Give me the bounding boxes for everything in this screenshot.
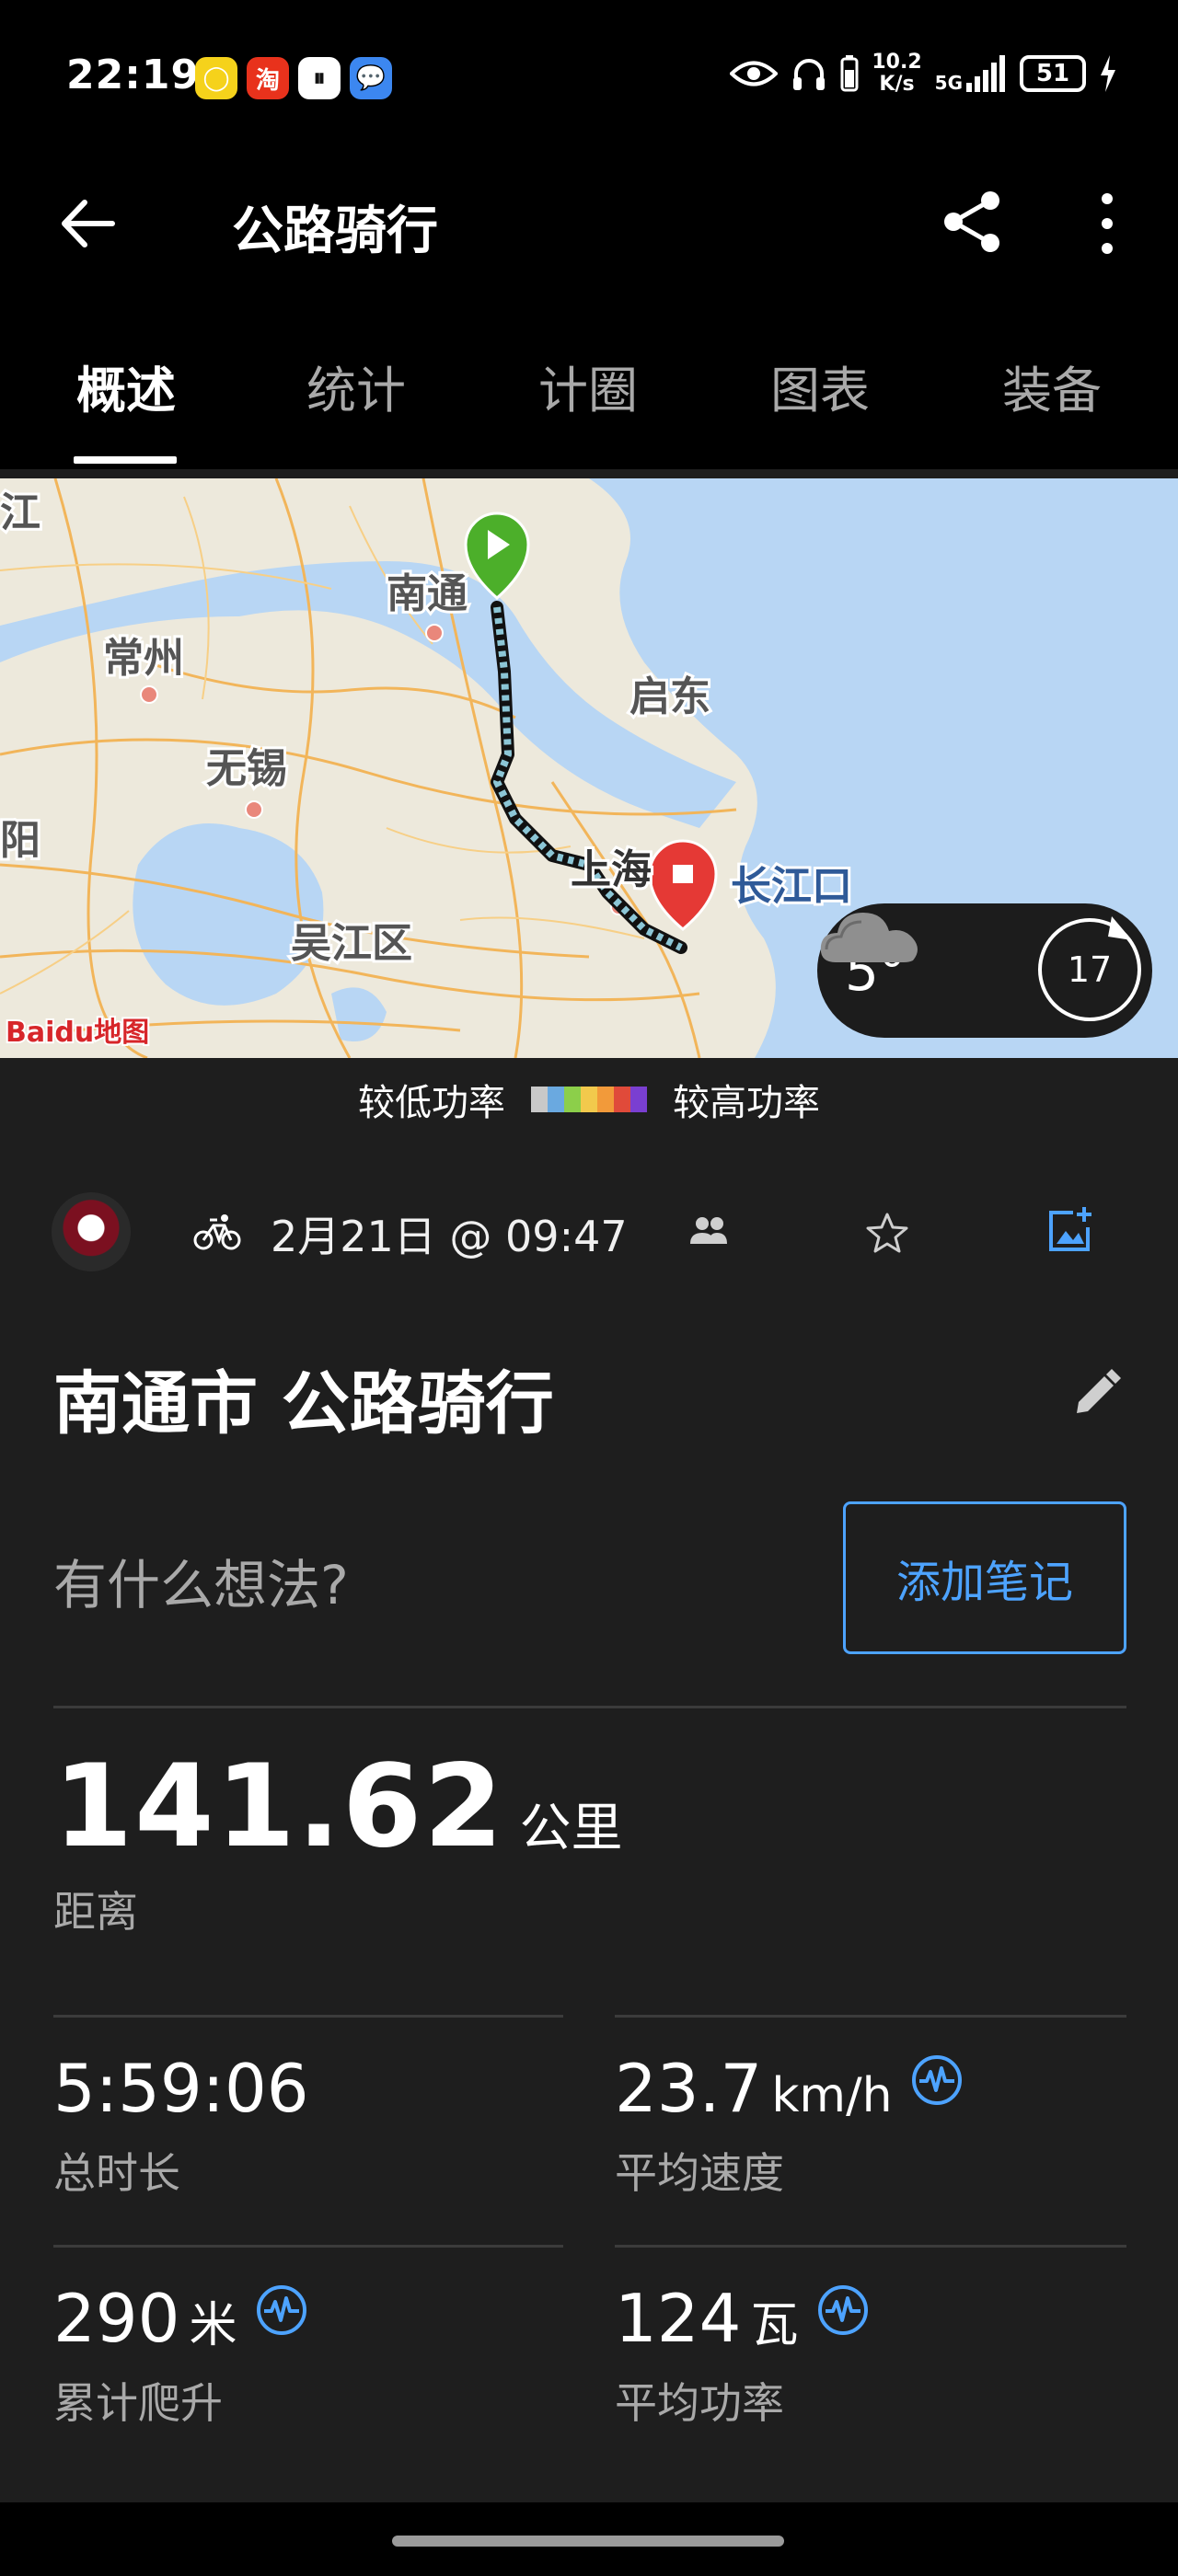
distance-unit: 公里 [519, 1799, 623, 1858]
map-label-wuxi: 无锡 [206, 745, 287, 792]
divider [53, 1706, 1126, 1708]
signal-indicator: 5G [935, 55, 1007, 92]
map-label-qidong: 启东 [629, 673, 710, 720]
divider [53, 2015, 563, 2018]
divider [53, 2245, 563, 2248]
avg-power-label: 平均功率 [615, 2378, 784, 2428]
distance-label: 距离 [53, 1887, 138, 1937]
map-label-wujiang: 吴江区 [291, 920, 412, 967]
performance-pulse-icon[interactable] [255, 2283, 308, 2337]
active-tab-indicator [74, 456, 177, 464]
system-nav-bar [0, 2502, 1178, 2576]
back-arrow-icon[interactable] [57, 193, 118, 254]
legend-low-label: 较低功率 [358, 1082, 505, 1124]
map-label-yang: 阳 [0, 817, 40, 864]
legend-color-bar [531, 1087, 647, 1112]
map-label-jiang: 江 [0, 489, 40, 536]
elevation-value: 290 [53, 2280, 180, 2357]
battery-indicator: 51 [1020, 55, 1086, 92]
cloud-icon [820, 913, 918, 962]
total-time-stat: 5:59:06 总时长 [53, 2050, 309, 2198]
more-options-icon[interactable] [1081, 190, 1133, 258]
star-icon[interactable] [865, 1211, 909, 1255]
distance-value: 141.62 [53, 1741, 505, 1873]
divider [615, 2015, 1126, 2018]
notification-icons: ◯ 淘 ⏸ 💬 [195, 57, 392, 99]
performance-pulse-icon[interactable] [816, 2283, 870, 2337]
avg-speed-label: 平均速度 [615, 2148, 784, 2198]
battery-small-icon [840, 55, 859, 92]
avg-speed-value: 23.7 [615, 2050, 763, 2127]
taobao-icon: 淘 [247, 57, 289, 99]
elevation-unit: 米 [189, 2298, 237, 2353]
svg-text:Baidu地图: Baidu地图 [6, 1017, 149, 1049]
status-right: 10.2 K/s 5G 51 [730, 52, 1117, 96]
signal-icon [966, 55, 1005, 92]
home-indicator[interactable] [392, 2536, 784, 2547]
tab-gear[interactable]: 装备 [964, 350, 1139, 422]
map-label-shanghai: 上海 [571, 846, 652, 893]
legend-swatch [614, 1087, 630, 1112]
weather-widget: 5° 17 [817, 903, 1152, 1038]
eye-icon [730, 61, 779, 86]
charging-icon [1101, 55, 1115, 92]
avatar[interactable] [52, 1192, 131, 1271]
activity-date: 2月21日 @ 09:47 [271, 1212, 628, 1261]
baidu-logo: Baidu地图 [4, 1015, 151, 1051]
add-photo-icon[interactable] [1045, 1205, 1095, 1255]
route-map[interactable]: 南通 常州 启东 无锡 吴江区 长江口 阳 江 上海 Baidu地图 5° 17 [0, 478, 1178, 1058]
app-yellow-icon: ◯ [195, 57, 237, 99]
net-speed: 10.2 K/s [872, 51, 922, 96]
edit-pencil-icon[interactable] [1071, 1369, 1121, 1419]
avg-speed-stat: 23.7 km/h 平均速度 [615, 2050, 964, 2198]
app-white-icon: ⏸ [298, 57, 341, 99]
performance-pulse-icon[interactable] [910, 2053, 964, 2107]
elevation-stat: 290 米 累计爬升 [53, 2280, 308, 2428]
map-label-nantong: 南通 [387, 570, 468, 617]
tab-bar: 概述 统计 计圈 图表 装备 [0, 285, 1178, 469]
group-icon[interactable] [688, 1214, 729, 1248]
distance-stat: 141.62 公里 [53, 1741, 623, 1873]
legend-swatch [531, 1087, 548, 1112]
add-note-button[interactable]: 添加笔记 [843, 1501, 1126, 1654]
avg-speed-unit: km/h [771, 2068, 893, 2123]
status-time: 22:19 [66, 52, 201, 98]
tab-overview[interactable]: 概述 [39, 350, 214, 422]
tab-charts[interactable]: 图表 [733, 350, 907, 422]
share-icon[interactable] [939, 188, 1007, 256]
legend-high-label: 较高功率 [673, 1082, 820, 1124]
wind-direction-icon [1108, 916, 1132, 940]
elevation-label: 累计爬升 [53, 2378, 223, 2428]
avg-power-value: 124 [615, 2280, 742, 2357]
tab-stats[interactable]: 统计 [269, 350, 444, 422]
legend-swatch [581, 1087, 597, 1112]
avg-power-stat: 124 瓦 平均功率 [615, 2280, 870, 2428]
legend-swatch [548, 1087, 564, 1112]
divider [615, 2245, 1126, 2248]
thoughts-placeholder[interactable]: 有什么想法? [53, 1542, 349, 1619]
avg-power-unit: 瓦 [750, 2298, 799, 2353]
activity-meta-row: 2月21日 @ 09:47 [0, 1178, 1178, 1288]
total-time-value: 5:59:06 [53, 2050, 309, 2127]
headphones-icon [793, 59, 826, 90]
app-bar: 公路骑行 [0, 156, 1178, 285]
map-label-changzhou: 常州 [103, 635, 184, 682]
activity-title: 南通市 公路骑行 [53, 1364, 554, 1443]
total-time-label: 总时长 [53, 2148, 180, 2198]
message-icon: 💬 [350, 57, 392, 99]
legend-swatch [630, 1087, 647, 1112]
legend-swatch [597, 1087, 614, 1112]
tab-laps[interactable]: 计圈 [501, 350, 676, 422]
status-bar: 22:19 ◯ 淘 ⏸ 💬 10.2 K/s 5G 51 [0, 0, 1178, 156]
legend-swatch [564, 1087, 581, 1112]
bike-icon [193, 1214, 241, 1250]
page-title: 公路骑行 [232, 201, 438, 261]
power-legend: 较低功率 较高功率 [0, 1058, 1178, 1141]
